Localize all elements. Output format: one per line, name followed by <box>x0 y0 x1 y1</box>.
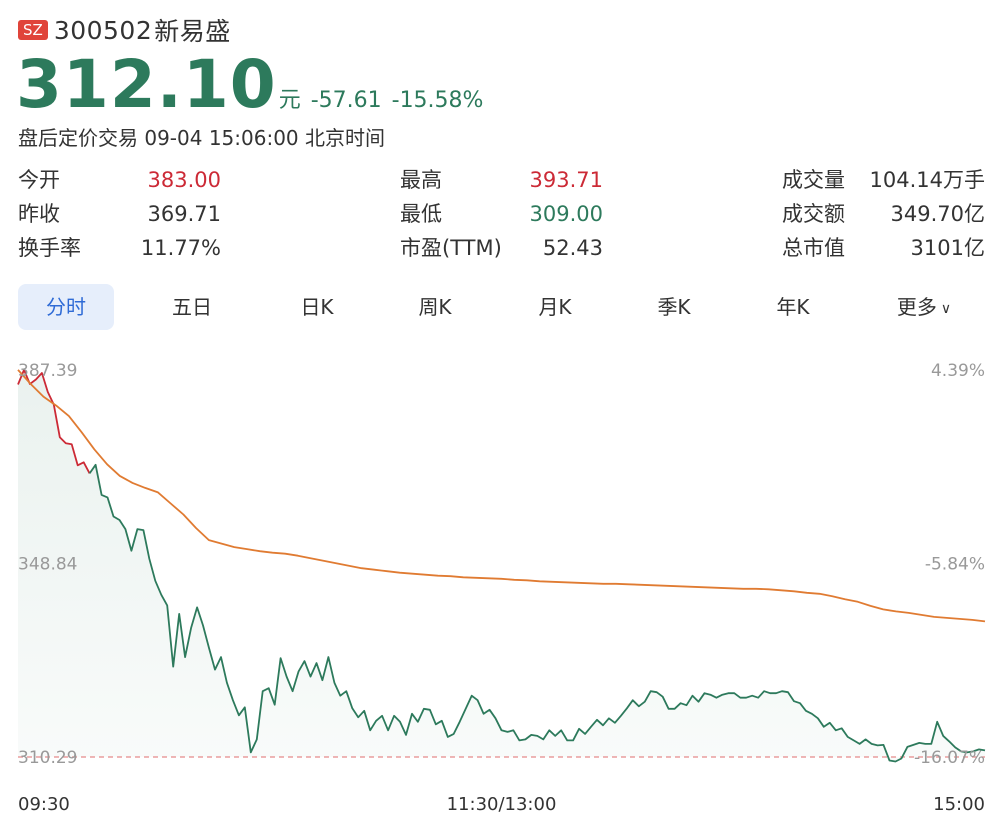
tab-2[interactable]: 五日 <box>144 284 240 330</box>
stat-label: 总市值 <box>782 236 845 260</box>
stat-label: 最高 <box>400 168 442 192</box>
y-axis-price-label: 310.29 <box>18 748 77 768</box>
price-change-pct: -15.58% <box>391 88 484 113</box>
y-axis-pct-label: 4.39% <box>931 361 985 381</box>
x-axis-time-label: 11:30/13:00 <box>447 794 557 815</box>
stat-value: 383.00 <box>147 168 221 192</box>
stat-value: 11.77% <box>140 236 221 260</box>
price-unit: 元 <box>278 88 301 113</box>
intraday-chart[interactable]: 387.39 348.84 310.29 4.39% -5.84% -16.07% 09:3… <box>0 340 1000 824</box>
tab-6[interactable]: 季K <box>626 284 722 330</box>
tab-label: 周K <box>418 295 452 319</box>
stat-label: 成交额 <box>782 202 845 226</box>
tab-label: 日K <box>300 295 334 319</box>
price-area-fill <box>18 369 985 762</box>
last-price: 312.10 <box>16 46 277 123</box>
tab-label: 月K <box>538 295 572 319</box>
tab-4[interactable]: 周K <box>387 284 483 330</box>
tab-label: 分时 <box>46 295 86 319</box>
tab-5[interactable]: 月K <box>507 284 603 330</box>
stat-value: 104.14万手 <box>869 168 985 192</box>
period-tabs: 分时 五日 日K 周K 月K 季K 年K 更多 ∨ <box>18 284 982 330</box>
stock-name: 新易盛 <box>154 17 231 46</box>
stat-label: 昨收 <box>18 202 60 226</box>
trading-status: 盘后定价交易 09-04 15:06:00 北京时间 <box>18 126 386 150</box>
x-axis-time-label: 15:00 <box>933 794 985 815</box>
stock-code: 300502 <box>53 15 153 45</box>
y-axis-price-label: 348.84 <box>18 555 77 575</box>
tab-1[interactable]: 分时 <box>18 284 114 330</box>
y-axis-pct-label: -16.07% <box>914 748 985 768</box>
tab-3[interactable]: 日K <box>269 284 365 330</box>
y-axis-price-label: 387.39 <box>18 361 77 381</box>
stat-value: 393.71 <box>529 168 603 192</box>
stat-label: 成交量 <box>782 168 845 192</box>
tab-label: 年K <box>776 295 810 319</box>
stat-value: 369.71 <box>147 202 221 226</box>
tab-7[interactable]: 年K <box>745 284 841 330</box>
stat-label: 最低 <box>400 202 442 226</box>
exchange-badge: SZ <box>18 20 48 40</box>
stat-label: 市盈(TTM) <box>400 236 502 260</box>
tab-8[interactable]: 更多 ∨ <box>876 284 972 330</box>
price-row: 312.10 元 -57.61 -15.58% <box>16 48 483 122</box>
stat-label: 今开 <box>18 168 60 192</box>
stat-value: 309.00 <box>529 202 603 226</box>
stock-header: SZ 300502 新易盛 <box>18 12 231 48</box>
tab-label: 更多 <box>896 295 937 319</box>
chevron-down-icon: ∨ <box>940 301 952 317</box>
stat-value: 52.43 <box>542 236 603 260</box>
stat-value: 349.70亿 <box>890 202 985 226</box>
y-axis-pct-label: -5.84% <box>925 555 985 575</box>
price-change: -57.61 <box>310 88 382 113</box>
stat-label: 换手率 <box>18 236 81 260</box>
average-price-line <box>17 369 986 623</box>
stat-value: 3101亿 <box>910 236 985 260</box>
tab-label: 季K <box>657 295 691 319</box>
tab-label: 五日 <box>172 295 212 319</box>
x-axis-time-label: 09:30 <box>18 794 70 815</box>
